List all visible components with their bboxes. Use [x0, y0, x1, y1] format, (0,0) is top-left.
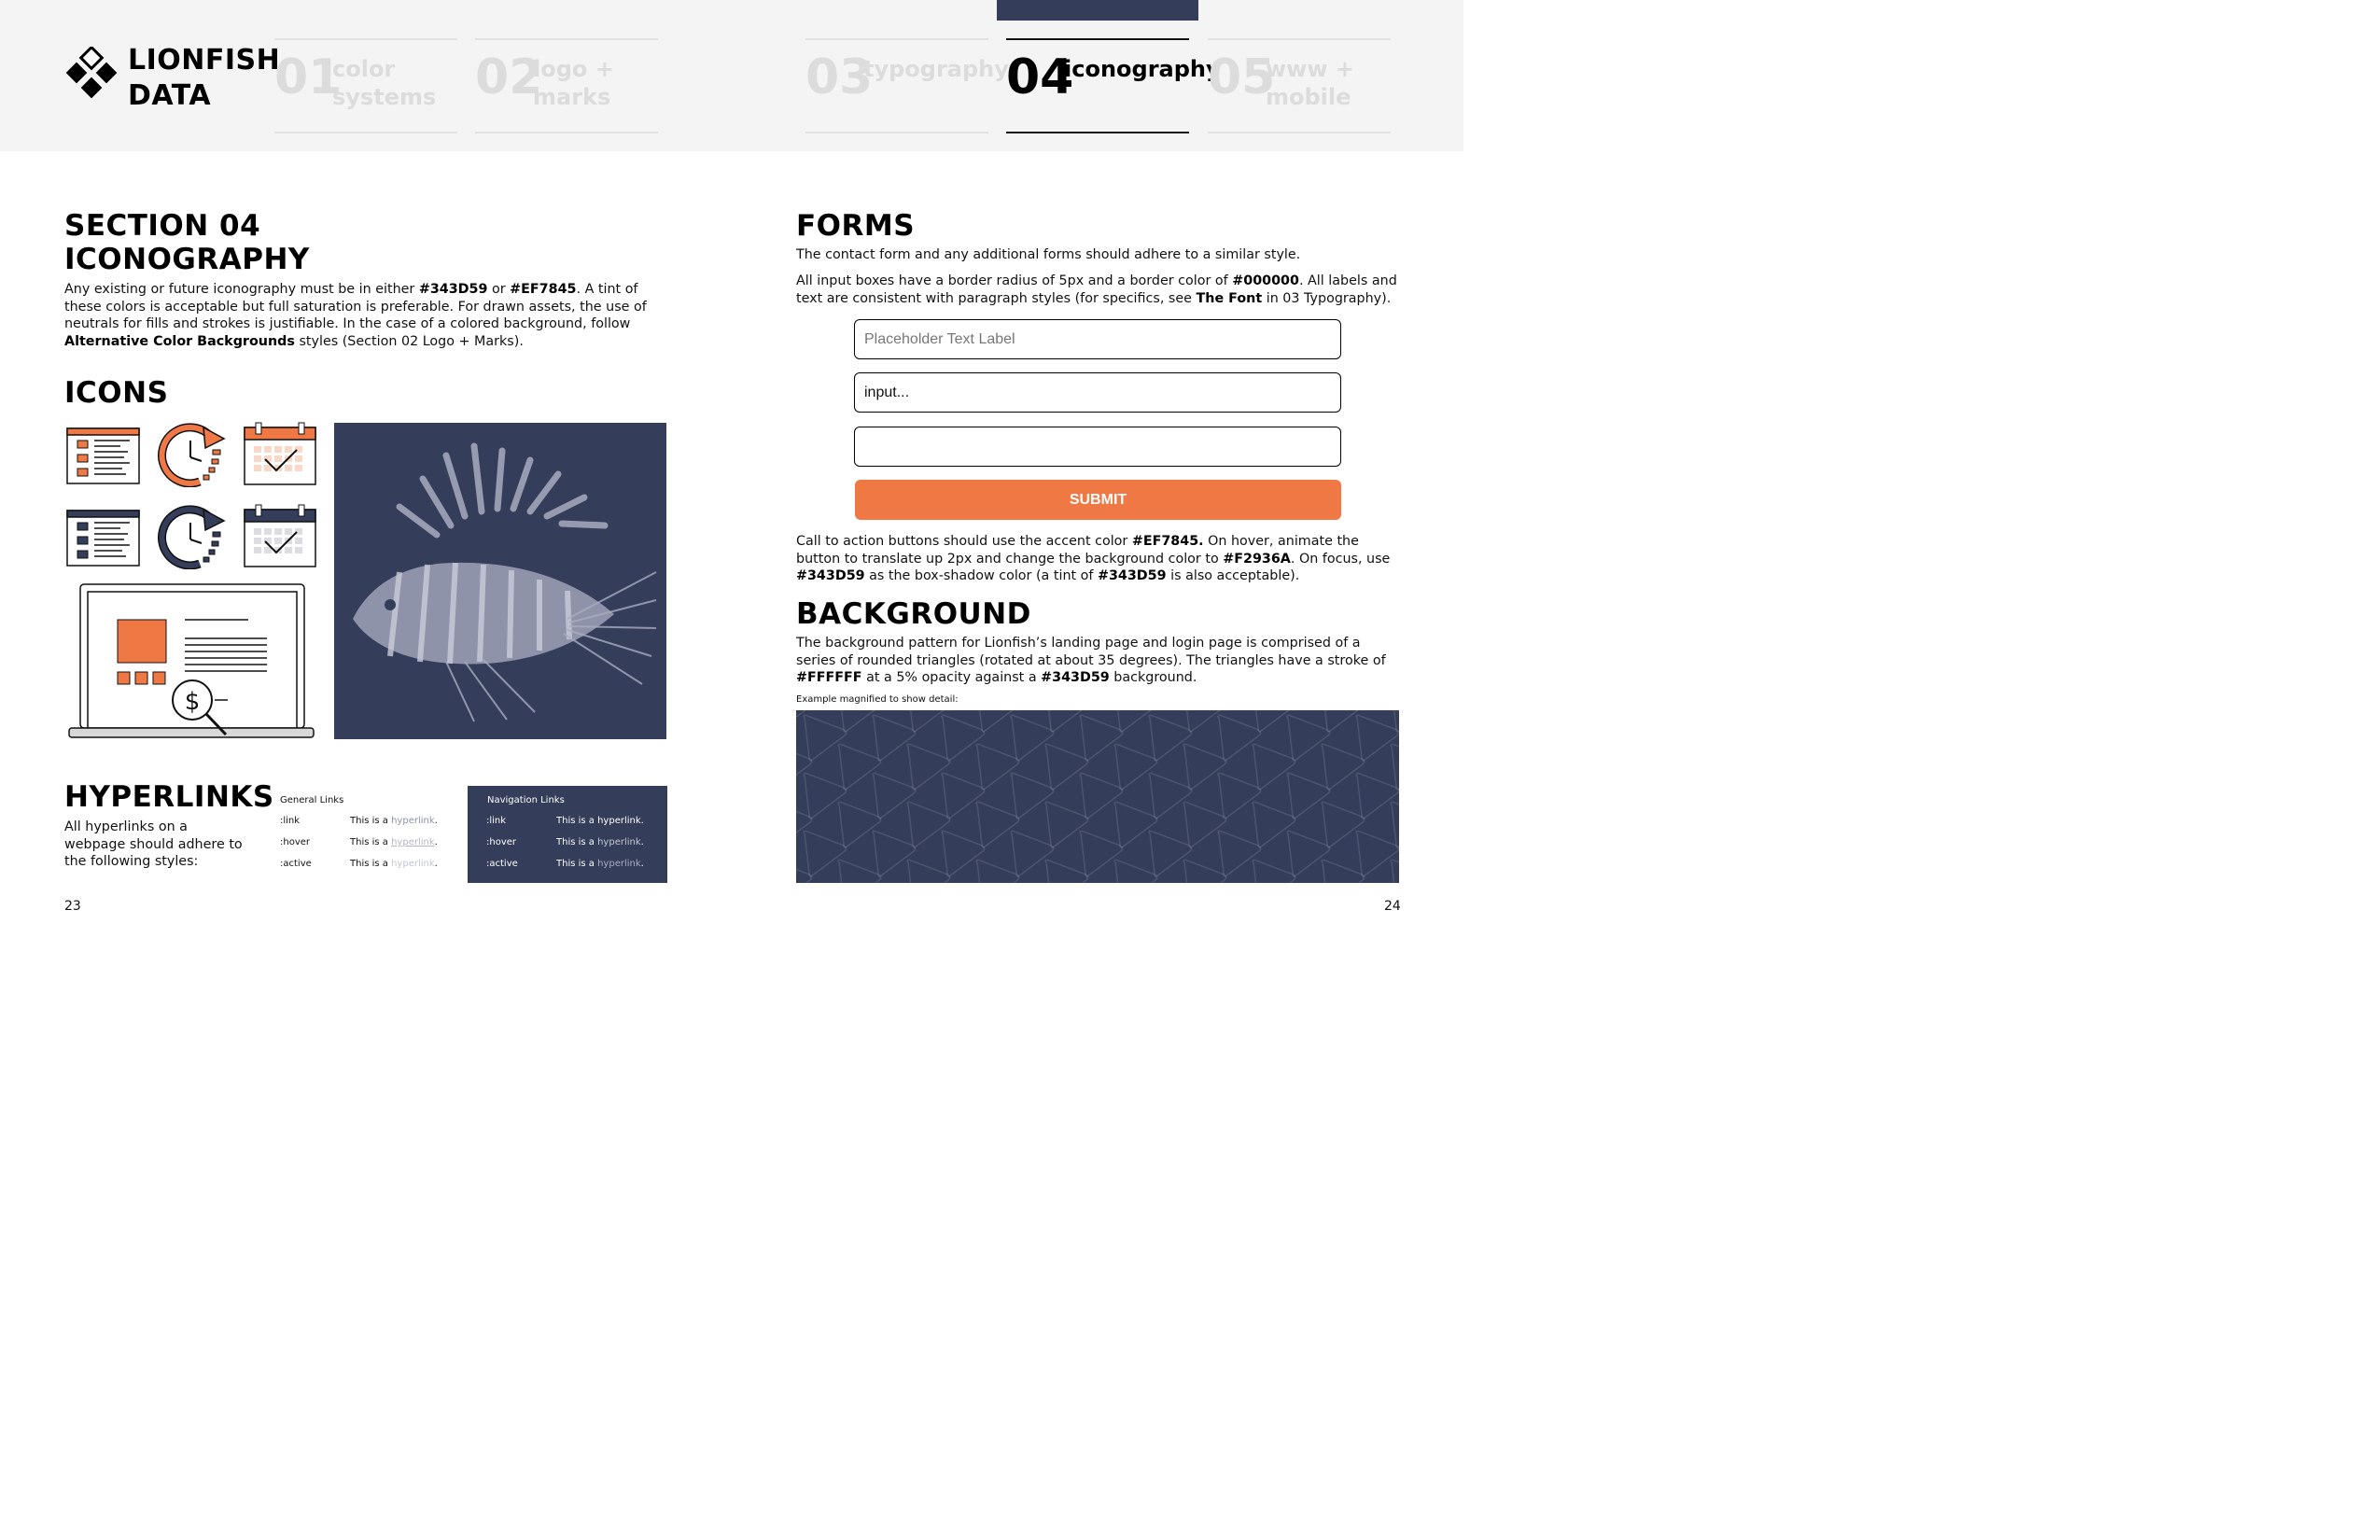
nav-tab-label: www + mobile — [1266, 56, 1354, 110]
list-document-icon — [66, 510, 140, 567]
lionfish-image — [334, 423, 666, 739]
page-number-left: 23 — [64, 899, 81, 914]
link-state-label: :hover — [486, 837, 517, 847]
link-state-label: :active — [486, 859, 518, 869]
nav-link-example-active[interactable]: This is a hyperlink. — [556, 859, 644, 870]
link-example-hover[interactable]: This is a hyperlink. — [350, 837, 438, 848]
general-links-title: General Links — [280, 795, 344, 805]
section-title: SECTION 04 ICONOGRAPHY — [64, 209, 310, 276]
refresh-clock-icon — [158, 423, 226, 487]
link-state-label: :link — [280, 816, 301, 826]
nav-tab-label: color systems — [332, 56, 437, 110]
filled-input[interactable]: input... — [854, 372, 1341, 413]
background-title: BACKGROUND — [796, 597, 1031, 631]
page-number-right: 24 — [1384, 899, 1401, 914]
forms-paragraph-1: The contact form and any additional form… — [796, 247, 1301, 262]
active-tab-indicator — [997, 0, 1198, 21]
hyperlinks-title: HYPERLINKS — [64, 780, 274, 814]
empty-input[interactable] — [854, 427, 1341, 467]
link-state-label: :hover — [280, 837, 311, 847]
navigation-links-title: Navigation Links — [487, 795, 565, 805]
pattern-caption: Example magnified to show detail: — [796, 694, 959, 705]
cta-paragraph: Call to action buttons should use the ac… — [796, 534, 1391, 583]
nav-tab-iconography[interactable]: 04 iconography — [1006, 38, 1221, 133]
calendar-check-icon — [244, 422, 316, 485]
link-state-label: :active — [280, 859, 312, 869]
refresh-clock-icon — [158, 505, 226, 569]
link-state-label: :link — [486, 816, 507, 826]
nav-link-example-hover[interactable]: This is a hyperlink. — [556, 837, 644, 848]
nav-tab-color-systems[interactable]: 01 color systems — [274, 38, 457, 133]
icons-title: ICONS — [64, 376, 169, 410]
nav-link-example[interactable]: This is a hyperlink. — [556, 816, 644, 827]
nav-tab-www-mobile[interactable]: 05 www + mobile — [1208, 38, 1391, 133]
laptop-dollar-search-icon: $ — [68, 583, 315, 738]
hyperlinks-description: All hyperlinks on a webpage should adher… — [64, 819, 243, 869]
nav-tab-label: iconography — [1064, 56, 1221, 82]
svg-text:$: $ — [185, 688, 201, 716]
forms-title: FORMS — [796, 209, 916, 243]
link-example-active[interactable]: This is a hyperlink. — [350, 859, 438, 870]
link-example[interactable]: This is a hyperlink. — [350, 816, 438, 827]
background-paragraph: The background pattern for Lionfish’s la… — [796, 636, 1386, 685]
forms-paragraph-2: All input boxes have a border radius of … — [796, 273, 1397, 306]
brand-name: LIONFISH DATA — [128, 43, 280, 114]
nav-tab-typography[interactable]: 03 typography — [805, 38, 1009, 133]
calendar-check-icon — [244, 504, 316, 567]
list-document-icon — [66, 427, 140, 484]
brand-line-1: LIONFISH — [128, 44, 281, 77]
section-intro-paragraph: Any existing or future iconography must … — [64, 282, 647, 349]
lionfish-logo-icon — [65, 47, 118, 99]
nav-tab-label: logo + marks — [533, 56, 614, 110]
submit-button[interactable]: SUBMIT — [855, 480, 1341, 520]
nav-tab-logo-marks[interactable]: 02 logo + marks — [475, 38, 658, 133]
placeholder-input[interactable]: Placeholder Text Label — [854, 319, 1341, 359]
brand-line-2: DATA — [128, 79, 212, 112]
background-pattern-swatch — [796, 710, 1399, 883]
nav-tab-label: typography — [863, 56, 1009, 82]
